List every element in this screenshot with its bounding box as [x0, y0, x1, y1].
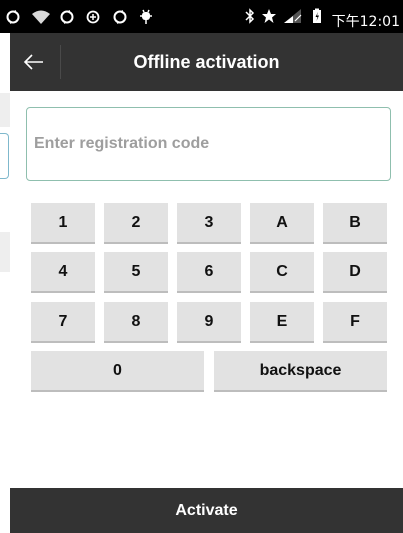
- app-bar: Offline activation: [10, 33, 403, 91]
- status-bar: 下午12:01: [0, 0, 403, 33]
- key-3[interactable]: 3: [177, 203, 241, 244]
- key-7[interactable]: 7: [31, 302, 95, 343]
- sync-icon: [113, 10, 127, 24]
- background-panel: [0, 133, 9, 179]
- status-time: 下午12:01: [331, 13, 400, 30]
- registration-code-input[interactable]: [26, 107, 391, 181]
- key-2[interactable]: 2: [104, 203, 168, 244]
- key-6[interactable]: 6: [177, 252, 241, 293]
- signal-icon: [284, 9, 302, 23]
- key-9[interactable]: 9: [177, 302, 241, 343]
- background-panel: [0, 232, 10, 272]
- backspace-button[interactable]: backspace: [214, 351, 387, 392]
- page-title: Offline activation: [133, 52, 280, 72]
- key-5[interactable]: 5: [104, 252, 168, 293]
- key-f[interactable]: F: [323, 302, 387, 343]
- wifi-icon: [32, 10, 51, 24]
- sync-icon: [6, 10, 20, 24]
- key-a[interactable]: A: [250, 203, 314, 244]
- back-button[interactable]: [10, 33, 58, 91]
- data-saver-icon: [87, 10, 100, 24]
- bluetooth-icon: [245, 8, 255, 24]
- star-icon: [262, 9, 277, 23]
- status-icons-left: [0, 9, 157, 25]
- key-d[interactable]: D: [323, 252, 387, 293]
- arrow-left-icon: [23, 54, 43, 70]
- key-4[interactable]: 4: [31, 252, 95, 293]
- android-debug-icon: [139, 9, 152, 24]
- activate-button[interactable]: Activate: [10, 488, 403, 533]
- status-icons-right: 下午12:01: [243, 8, 400, 30]
- sync-icon: [60, 10, 74, 24]
- key-c[interactable]: C: [250, 252, 314, 293]
- battery-icon: [312, 8, 321, 23]
- key-8[interactable]: 8: [104, 302, 168, 343]
- key-e[interactable]: E: [250, 302, 314, 343]
- key-0[interactable]: 0: [31, 351, 204, 392]
- background-panel: [0, 93, 10, 127]
- screen: 下午12:01 Offline activation 1 2 3 A B 4 5…: [0, 0, 403, 533]
- key-b[interactable]: B: [323, 203, 387, 244]
- key-1[interactable]: 1: [31, 203, 95, 244]
